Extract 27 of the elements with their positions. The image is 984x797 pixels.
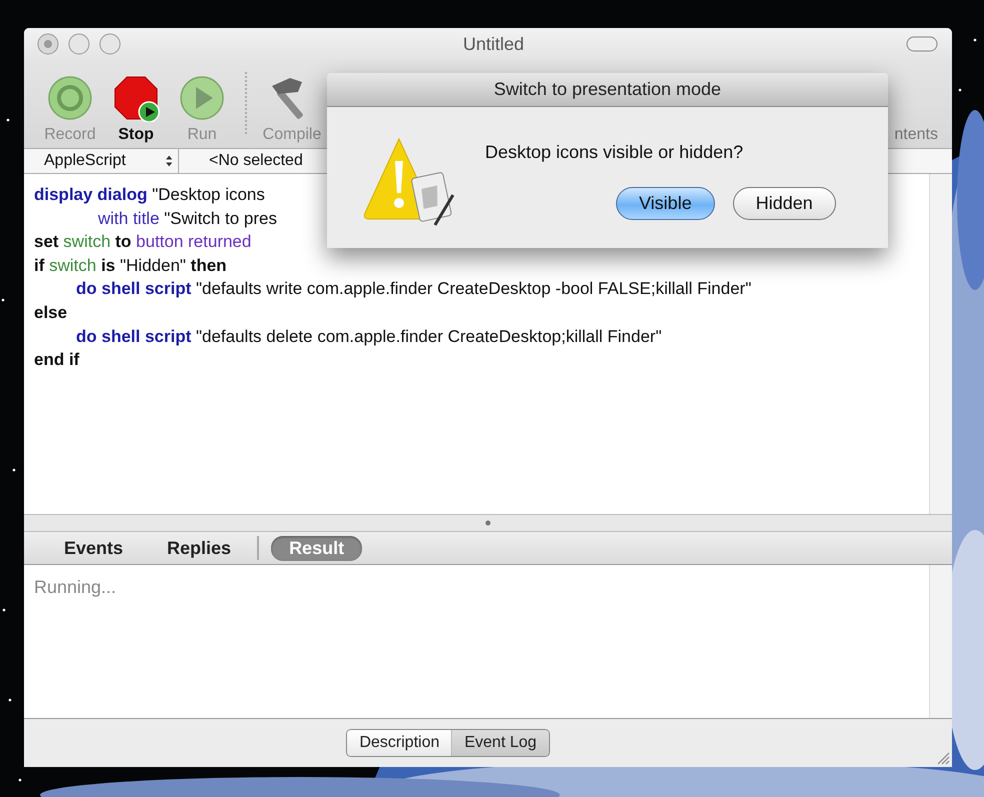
toolbar-label: ntents bbox=[894, 126, 938, 144]
stop-button[interactable]: Stop bbox=[103, 60, 169, 145]
dialog-button[interactable]: Hidden bbox=[732, 187, 836, 220]
log-tab[interactable]: Events bbox=[46, 536, 142, 560]
scrollbar-track[interactable] bbox=[929, 565, 952, 718]
scrollbar-track[interactable] bbox=[929, 174, 952, 514]
language-popup[interactable]: AppleScript bbox=[24, 149, 179, 173]
zoom-button[interactable] bbox=[99, 33, 121, 55]
record-icon bbox=[46, 74, 94, 122]
split-handle-icon[interactable] bbox=[485, 520, 491, 526]
resize-grip-icon[interactable] bbox=[936, 751, 950, 765]
dialog-title: Switch to presentation mode bbox=[327, 73, 888, 107]
close-button[interactable] bbox=[37, 33, 59, 55]
view-tab[interactable]: Event Log bbox=[451, 730, 549, 756]
stepper-arrows-icon bbox=[166, 154, 172, 168]
play-icon bbox=[178, 74, 226, 122]
log-tab[interactable]: Replies bbox=[149, 536, 250, 560]
minimize-button[interactable] bbox=[68, 33, 90, 55]
result-text: Running... bbox=[33, 576, 118, 599]
toolbar-toggle-button[interactable] bbox=[906, 36, 938, 52]
view-tab[interactable]: Description bbox=[347, 730, 452, 756]
handler-popup[interactable]: <No selected bbox=[179, 149, 303, 173]
dialog-message: Desktop icons visible or hidden? bbox=[485, 142, 744, 163]
stop-icon bbox=[112, 74, 160, 122]
dialog-button[interactable]: Visible bbox=[616, 187, 715, 220]
log-tab[interactable]: Result bbox=[271, 536, 362, 560]
window-title: Untitled bbox=[462, 34, 526, 54]
